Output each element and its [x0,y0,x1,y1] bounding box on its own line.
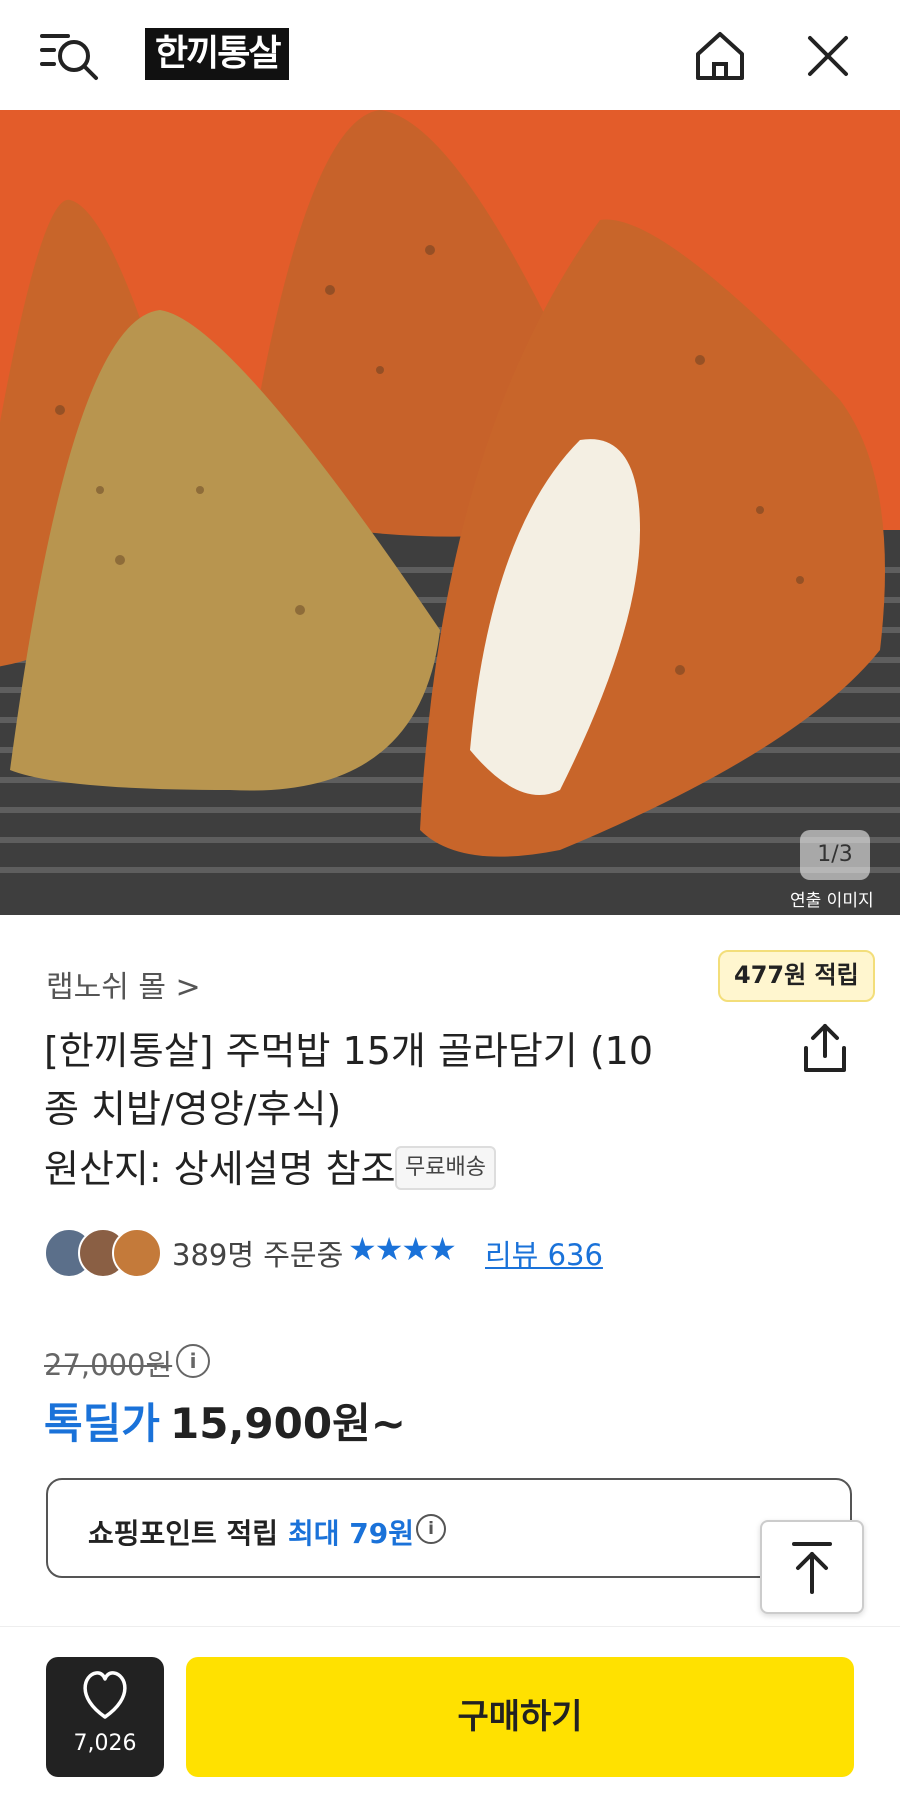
origin-info: 원산지: 상세설명 참조 [44,1147,396,1191]
free-shipping-badge: 무료배송 [395,1146,496,1190]
original-price: 27,000원 [44,1348,173,1382]
deal-label: 톡딜가 [44,1399,160,1448]
bottom-action-bar: 7,026 구매하기 [0,1626,900,1814]
deal-price: 15,900원~ [170,1399,406,1448]
image-caption: 연출 이미지 [790,891,874,911]
info-icon[interactable]: i [416,1514,446,1544]
point-label: 쇼핑포인트 적립 [88,1517,279,1550]
avatar [112,1228,162,1278]
menu-search-icon[interactable] [40,30,102,82]
heart-icon [83,1671,127,1719]
rating-stars: ★★★★ [348,1230,457,1268]
shopping-point-box[interactable]: 쇼핑포인트 적립 최대 79원 i [46,1478,852,1578]
close-icon[interactable] [802,30,854,82]
point-max: 최대 79원 [288,1517,414,1550]
arrow-up-icon [792,1542,832,1594]
image-counter: 1/3 [800,830,870,880]
home-icon[interactable] [692,28,748,84]
product-title: [한끼통살] 주먹밥 15개 골라담기 (10종 치밥/영양/후식) [44,1029,654,1131]
review-link[interactable]: 리뷰 636 [485,1232,603,1274]
share-icon[interactable] [800,1020,850,1076]
order-count: 389명 주문중 [172,1238,344,1272]
points-badge: 477원 적립 [718,950,875,1002]
brand-logo[interactable]: 한끼통살 [145,28,290,80]
like-count: 7,026 [73,1731,137,1756]
like-button[interactable]: 7,026 [46,1657,164,1777]
buy-button[interactable]: 구매하기 [186,1657,854,1777]
top-header: 한끼통살 [0,0,900,110]
buyer-avatars [44,1228,162,1278]
product-image[interactable] [0,110,900,915]
seller-link[interactable]: 랩노쉬 몰 > [46,962,201,1006]
scroll-top-button[interactable] [760,1520,864,1614]
info-icon[interactable]: i [176,1344,210,1378]
